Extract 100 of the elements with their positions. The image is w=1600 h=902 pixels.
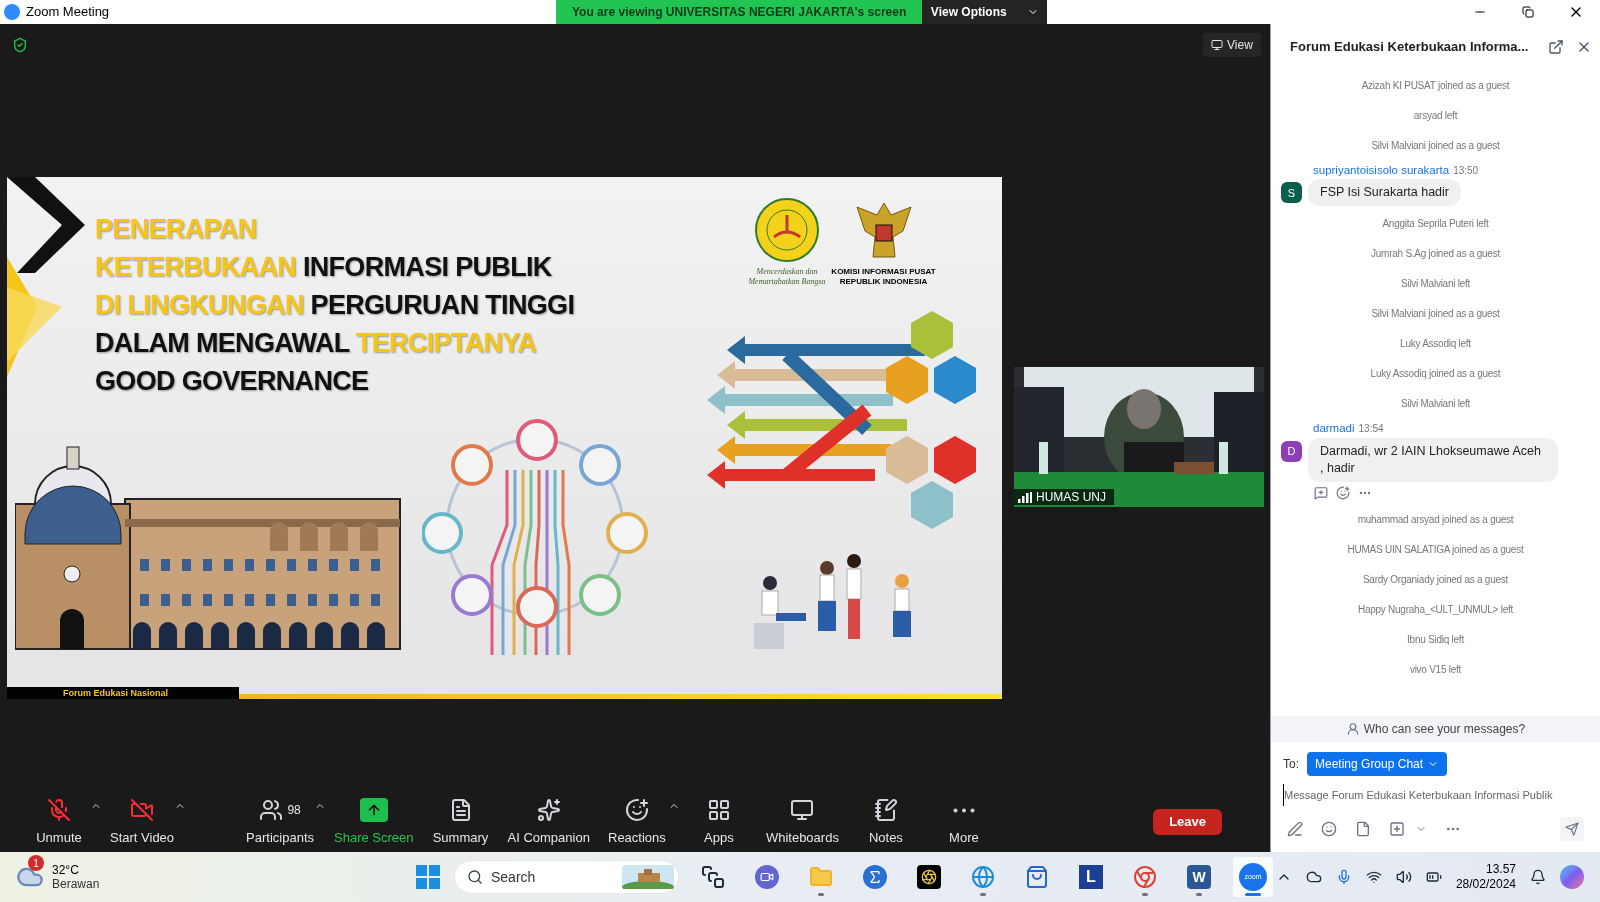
system-message: Silvi Malviani left (1400, 396, 1471, 411)
app-icon: L (1079, 865, 1103, 889)
system-message: Anggita Seprila Puteri left (1382, 216, 1489, 231)
zoom-logo-icon (4, 4, 20, 20)
start-icon[interactable] (416, 865, 440, 889)
folder-icon (809, 865, 833, 889)
store-icon (1025, 865, 1049, 889)
clock-date[interactable]: 28/02/2024 (1455, 877, 1516, 892)
cloud-icon[interactable] (1305, 869, 1322, 885)
system-message: muhammad arsyad joined as a guest (1357, 513, 1514, 527)
apps-icon (706, 798, 731, 823)
word-icon: W (1187, 865, 1211, 889)
browser-icon (1133, 865, 1157, 889)
slide-title-text: KETERBUKAAN (95, 251, 297, 283)
file-icon[interactable] (1355, 821, 1371, 837)
message-time: 13:50 (1453, 164, 1479, 178)
toolbar-button[interactable]: Unmute (20, 796, 98, 848)
browser-icon (971, 865, 995, 889)
assistant-icon[interactable] (1560, 865, 1584, 889)
notebook-icon (873, 798, 898, 823)
viewing-banner: You are viewing UNIVERSITAS NEGERI JAKARTA's screen (556, 0, 923, 24)
message-bubble: FSP Isi Surakarta hadir (1308, 179, 1461, 207)
muted-mic-icon (47, 798, 71, 823)
view-options-button[interactable]: View Options (922, 0, 1048, 24)
temperature: 32°C (52, 863, 80, 877)
battery-icon[interactable] (1425, 869, 1442, 885)
toolbar-button[interactable]: Whiteboards (757, 796, 847, 848)
participant-count: 98 (287, 802, 301, 820)
video-off-icon (130, 798, 155, 823)
system-message: Sardy Organiady joined as a guest (1362, 573, 1509, 587)
system-message: Silvi Malviani joined as a guest (1371, 138, 1500, 153)
toolbar-button[interactable]: Apps (679, 796, 758, 848)
system-message: Luky Assodiq left (1400, 336, 1471, 351)
slide-title-text: INFORMASI PUBLIK (301, 251, 552, 283)
bell-icon[interactable] (1530, 869, 1546, 885)
chat-title: Forum Edukasi Keterbukaan Informa... (1290, 38, 1529, 57)
toolbar-button[interactable]: 98 Participants (238, 796, 322, 848)
system-message: arsyad left (1413, 108, 1458, 123)
privacy-notice[interactable]: Who can see your messages? (1271, 716, 1600, 742)
slide-title-text: DI LINGKUNGAN (95, 289, 304, 321)
reply-icon[interactable] (1314, 485, 1328, 500)
slide-title-text: DALAM MENGAWAL (95, 327, 351, 359)
pop-out-icon[interactable] (1548, 39, 1564, 55)
toolbar-button[interactable]: More (924, 796, 1003, 848)
screenshot-icon[interactable] (1389, 821, 1405, 837)
logo-caption: REPUBLIK INDONESIA (839, 277, 928, 287)
message-author: darmadi (1313, 421, 1355, 437)
emoji-icon[interactable] (1321, 821, 1337, 837)
whiteboard-icon (790, 798, 815, 823)
message-input[interactable]: Message Forum Edukasi Keterbukaan Informasi Publik (1283, 784, 1588, 806)
notification-badge: 1 (28, 855, 44, 871)
toolbar-button[interactable]: Summary (421, 796, 500, 848)
toolbar-button[interactable]: Notes (846, 796, 925, 848)
slide-title-text: PERGURUAN TINGGI (309, 289, 575, 321)
avatar: D (1281, 440, 1302, 462)
lens-icon (917, 865, 941, 889)
taskbar-app[interactable]: W (1179, 857, 1219, 897)
system-message: vivo V15 left (1409, 663, 1462, 677)
leave-button[interactable]: Leave (1153, 809, 1222, 835)
logo-motto: Mencerdaskan dan Memartabatkan Bangsa (747, 267, 827, 287)
slide-title-text: TERCIPTANYA (355, 327, 536, 359)
search-field[interactable]: Search (454, 860, 679, 894)
volume-icon[interactable] (1395, 869, 1412, 885)
to-label: To: (1283, 756, 1299, 773)
add-reaction-icon[interactable] (1336, 485, 1350, 500)
toolbar-button[interactable]: Reactions (597, 796, 676, 848)
system-message: Silvi Malviani joined as a guest (1371, 306, 1500, 321)
shield-icon (12, 37, 28, 53)
window-title: Zoom Meeting (26, 3, 110, 22)
clock-time[interactable]: 13.57 (1485, 862, 1516, 877)
share-screen-icon (359, 798, 388, 823)
more-icon (952, 807, 975, 813)
system-message: HUMAS UIN SALATIGA joined as a guest (1347, 543, 1524, 557)
smiley-icon (624, 798, 649, 823)
message-bubble: Darmadi, wr 2 IAIN Lhokseumawe Aceh , hadir (1308, 437, 1558, 482)
search-icon (467, 869, 483, 885)
recipient-dropdown[interactable]: Meeting Group Chat (1307, 752, 1448, 776)
wifi-icon[interactable] (1365, 869, 1382, 885)
system-message: Ibnu Sidiq left (1407, 633, 1464, 647)
view-button[interactable]: View (1203, 33, 1261, 57)
format-icon[interactable] (1287, 821, 1303, 837)
taskbar-app[interactable]: L (1071, 857, 1111, 897)
task-view-icon (701, 865, 725, 889)
message-time: 13:54 (1358, 422, 1384, 437)
system-message: Azizah KI PUSAT joined as a guest (1361, 78, 1510, 93)
logo-caption: KOMISI INFORMASI PUSAT (831, 267, 936, 277)
system-message: Happy Nugraha_<ULT_UNMUL> left (1357, 603, 1514, 617)
slide-title-text: PENERAPAN (95, 213, 257, 245)
toolbar-button[interactable]: Share Screen (326, 796, 422, 848)
system-message: Silvi Malviani left (1400, 276, 1471, 291)
send-button[interactable] (1560, 817, 1584, 841)
message-author: supriyantoisisolo surakarta (1313, 163, 1450, 178)
sigma-icon (863, 865, 887, 889)
avatar: S (1281, 182, 1302, 204)
university-logo-icon (754, 197, 820, 263)
video-chat-icon (755, 865, 779, 889)
participants-icon (259, 798, 284, 823)
toolbar-button[interactable]: AI Companion (499, 796, 598, 848)
toolbar-button[interactable]: Start Video (102, 796, 183, 848)
person-icon (1345, 722, 1360, 736)
